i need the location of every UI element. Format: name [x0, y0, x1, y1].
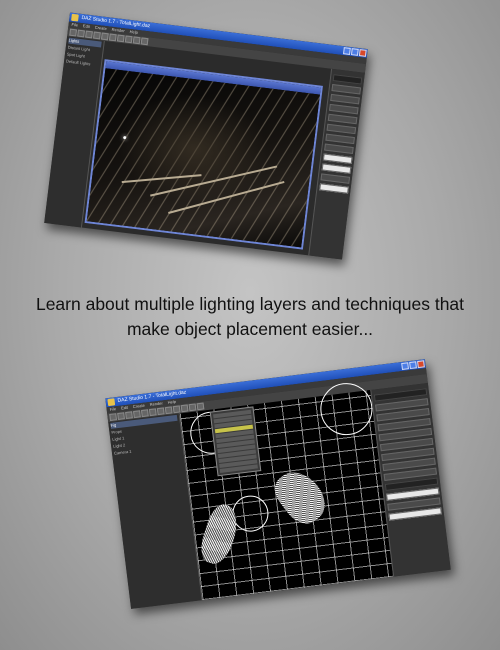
tool-icon[interactable] [117, 412, 125, 421]
panel-header [332, 74, 363, 85]
wireframe-dome [230, 493, 271, 534]
tool-icon[interactable] [109, 413, 118, 421]
app-icon [107, 398, 116, 407]
tool-icon[interactable] [132, 36, 141, 45]
minimize-icon[interactable] [343, 47, 351, 55]
tool-icon[interactable] [108, 33, 117, 42]
tool-icon[interactable] [93, 31, 101, 40]
color-swatch[interactable] [322, 153, 353, 164]
stair-rail [150, 165, 278, 197]
caption-line-2: make object placement easier... [126, 319, 374, 339]
caption-line-1: Learn about multiple lighting layers and… [35, 294, 465, 314]
tool-icon[interactable] [180, 404, 189, 413]
tool-icon[interactable] [85, 30, 93, 39]
color-swatch[interactable] [321, 163, 352, 174]
maximize-icon[interactable] [350, 48, 359, 56]
property-field[interactable] [324, 143, 354, 155]
tool-icon[interactable] [156, 407, 165, 416]
property-field[interactable] [328, 103, 359, 115]
property-field[interactable] [330, 93, 360, 105]
tool-icon[interactable] [196, 402, 205, 411]
screenshot-render-view: DAZ Studio 1.7 - TotalLight.daz File Edi… [44, 12, 368, 260]
tool-icon[interactable] [124, 35, 133, 44]
property-field[interactable] [325, 133, 355, 145]
screenshot-wireframe-view: DAZ Studio 1.7 - TotalLight.daz File Edi… [105, 359, 451, 609]
tool-icon[interactable] [188, 403, 197, 412]
property-field[interactable] [331, 84, 362, 95]
color-swatch[interactable] [319, 183, 349, 194]
minimize-icon[interactable] [401, 362, 409, 371]
property-field[interactable] [327, 113, 358, 125]
tool-icon[interactable] [116, 34, 125, 43]
app-icon [71, 13, 79, 22]
stair-rail [121, 174, 202, 184]
wireframe-figure [268, 462, 334, 531]
property-field[interactable] [320, 173, 351, 184]
tool-icon[interactable] [140, 37, 149, 46]
tool-icon[interactable] [164, 406, 173, 415]
tool-icon[interactable] [172, 405, 181, 414]
tool-icon[interactable] [148, 408, 157, 417]
tool-icon[interactable] [69, 28, 78, 37]
caption-text: Learn about multiple lighting layers and… [0, 292, 500, 342]
rendered-scene-image [86, 68, 320, 248]
property-field[interactable] [326, 123, 357, 135]
context-menu [209, 406, 262, 477]
close-icon[interactable] [358, 49, 367, 57]
tool-icon[interactable] [77, 29, 85, 38]
tool-icon[interactable] [125, 411, 133, 420]
light-spot [123, 135, 127, 140]
tool-icon[interactable] [140, 409, 149, 418]
tool-icon[interactable] [133, 410, 141, 419]
tool-icon[interactable] [100, 32, 109, 41]
maximize-icon[interactable] [409, 361, 417, 370]
render-window [84, 59, 323, 250]
close-icon[interactable] [417, 360, 425, 369]
wireframe-viewport[interactable] [179, 380, 394, 601]
